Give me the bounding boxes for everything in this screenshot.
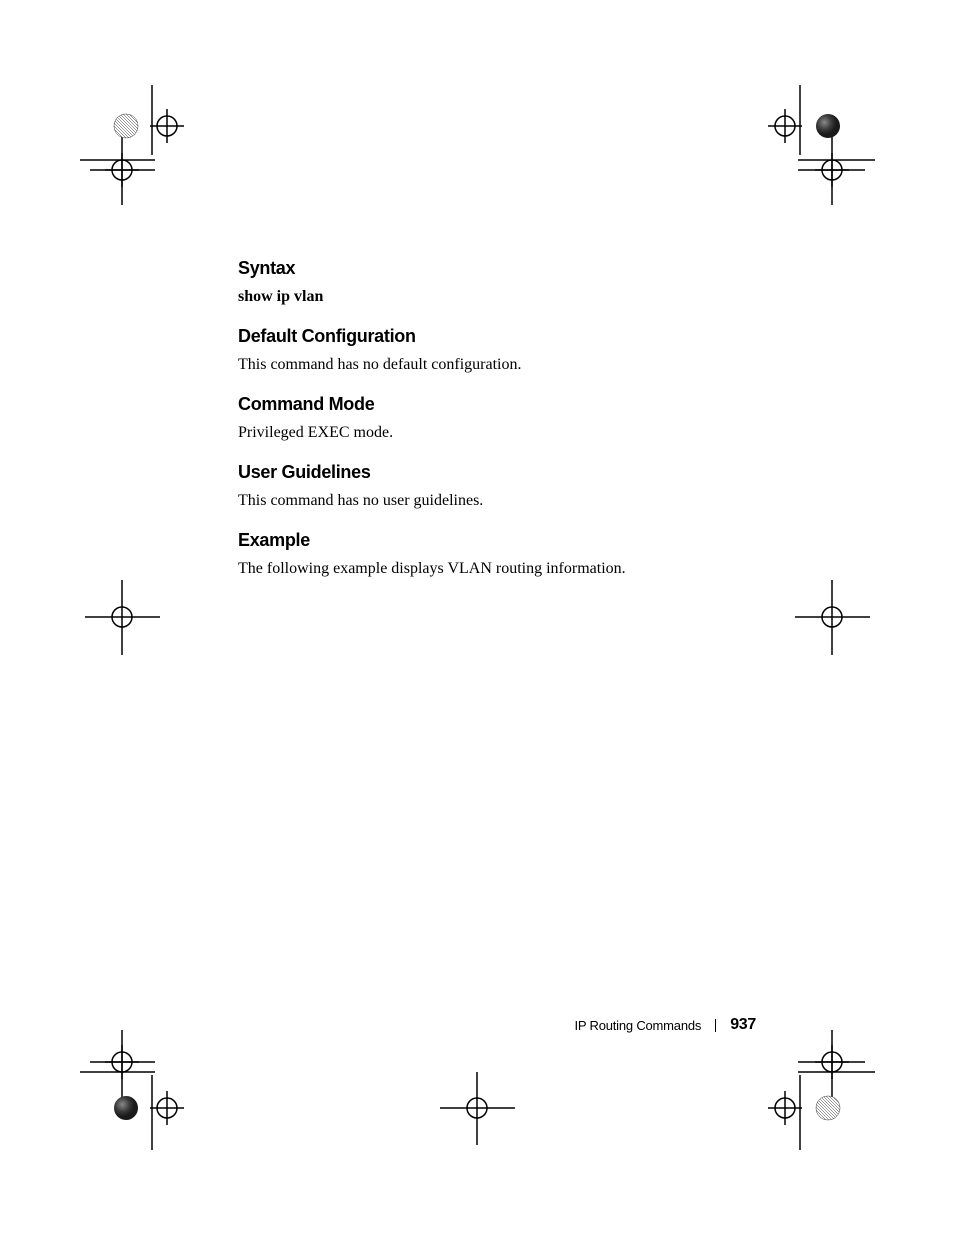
heading-example: Example xyxy=(238,530,758,551)
footer-page-number: 937 xyxy=(730,1016,756,1034)
heading-command-mode: Command Mode xyxy=(238,394,758,415)
text-syntax-body: show ip vlan xyxy=(238,285,758,309)
heading-user-guidelines: User Guidelines xyxy=(238,462,758,483)
crop-marks xyxy=(0,0,954,1235)
text-default-config-body: This command has no default configuratio… xyxy=(238,353,758,377)
footer-section-title: IP Routing Commands xyxy=(574,1018,701,1033)
footer-divider xyxy=(715,1019,716,1032)
page-content: Syntax show ip vlan Default Configuratio… xyxy=(238,258,758,583)
text-user-guidelines-body: This command has no user guidelines. xyxy=(238,489,758,513)
text-command-mode-body: Privileged EXEC mode. xyxy=(238,421,758,445)
text-example-body: The following example displays VLAN rout… xyxy=(238,557,758,581)
heading-syntax: Syntax xyxy=(238,258,758,279)
page-footer: IP Routing Commands 937 xyxy=(574,1016,756,1034)
heading-default-config: Default Configuration xyxy=(238,326,758,347)
